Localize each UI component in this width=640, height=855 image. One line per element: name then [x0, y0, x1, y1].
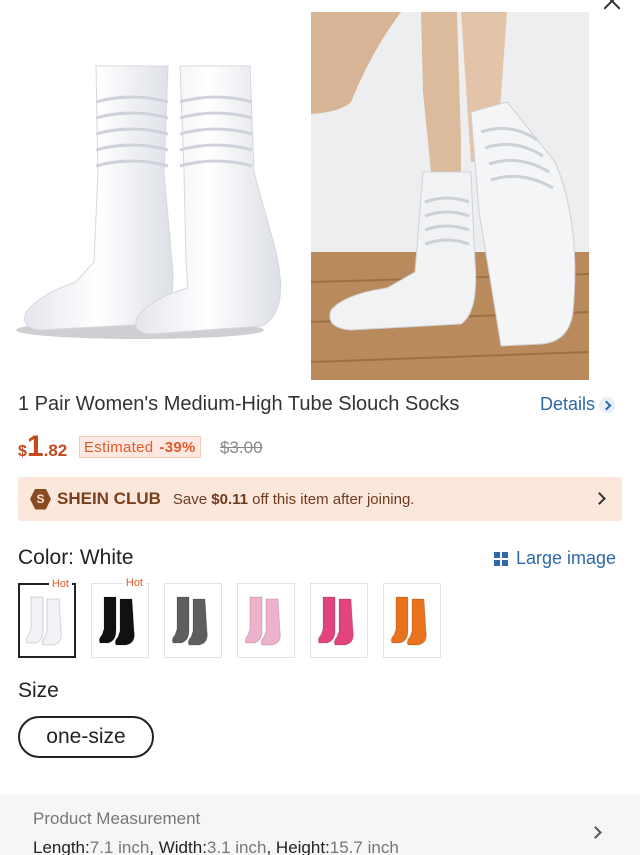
color-swatches: Hot Hot [18, 577, 456, 658]
price: $ 1 .82 [18, 430, 67, 464]
shein-club-banner[interactable]: S SHEIN CLUB Save $0.11 off this item af… [18, 477, 622, 521]
product-image-2[interactable] [311, 12, 589, 380]
sock-thumbnail [25, 596, 62, 645]
estimated-badge: Estimated -39% [79, 436, 201, 458]
club-text-prefix: Save [172, 490, 208, 508]
original-price: $3.00 [220, 438, 263, 457]
product-title: 1 Pair Women's Medium-High Tube Slouch S… [18, 393, 460, 415]
width-value: 3.1 inch [206, 838, 267, 855]
length-label: Length: [33, 838, 90, 855]
width-label: Width: [158, 838, 207, 855]
height-value: 15.7 inch [329, 838, 399, 855]
size-option-button[interactable]: one-size [18, 716, 154, 758]
large-image-link[interactable]: Large image [494, 548, 616, 569]
club-text-suffix: off this item after joining. [252, 490, 415, 508]
size-label: Size [18, 679, 59, 702]
details-link[interactable]: Details [540, 394, 616, 415]
sock-thumbnail [98, 596, 135, 645]
color-swatch-gray[interactable] [164, 583, 222, 658]
club-name: SHEIN CLUB [57, 489, 161, 508]
club-save-amount: $0.11 [211, 490, 248, 508]
discount-percent: -39% [159, 438, 196, 456]
hot-badge: Hot [48, 578, 72, 590]
measurement-title: Product Measurement [33, 809, 201, 828]
estimated-label: Estimated [84, 438, 154, 456]
price-currency: $ [18, 443, 27, 460]
product-measurement-panel[interactable]: Product Measurement Length:7.1 inch, Wid… [0, 795, 640, 855]
color-swatch-rose[interactable] [310, 583, 368, 658]
sock-thumbnail [317, 596, 354, 645]
shein-club-logo: S [30, 488, 51, 510]
sock-thumbnail [244, 596, 281, 645]
large-image-label: Large image [516, 548, 617, 568]
product-gallery[interactable] [0, 0, 640, 382]
color-label: Color: White [18, 546, 134, 569]
sock-thumbnail [171, 596, 208, 645]
color-swatch-pink[interactable] [237, 583, 295, 658]
grid-icon [494, 551, 508, 566]
color-swatch-black[interactable]: Hot [91, 577, 149, 658]
details-label: Details [540, 394, 596, 414]
hot-badge: Hot [122, 577, 146, 589]
color-swatch-white[interactable]: Hot [18, 578, 76, 658]
price-decimal: .82 [43, 441, 68, 460]
chevron-right-icon [599, 396, 616, 413]
chevron-right-icon [593, 492, 606, 505]
length-value: 7.1 inch [89, 838, 150, 855]
chevron-right-icon [589, 826, 602, 839]
price-integer: 1 [26, 430, 44, 463]
club-offer-text: Save $0.11 off this item after joining. [173, 491, 415, 508]
measurement-values: Length:7.1 inch, Width:3.1 inch, Height:… [33, 838, 399, 855]
product-image-1[interactable] [0, 12, 302, 380]
height-label: Height: [275, 838, 330, 855]
sock-thumbnail [390, 596, 427, 645]
color-swatch-orange[interactable] [383, 583, 441, 658]
